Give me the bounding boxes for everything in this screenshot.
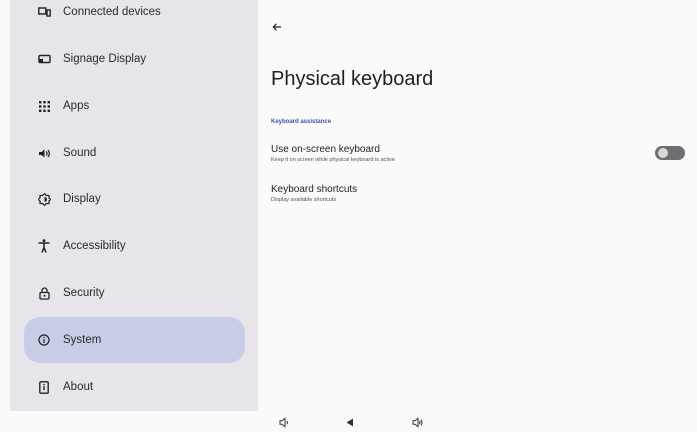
sidebar-item-system[interactable]: System (24, 317, 245, 363)
on-screen-keyboard-toggle[interactable] (655, 146, 685, 160)
speaker-icon (37, 146, 51, 160)
sidebar-edge (0, 0, 10, 411)
sidebar-item-connected-devices[interactable]: Connected devices (24, 0, 245, 35)
sidebar-item-security[interactable]: Security (24, 270, 245, 316)
volume-up-icon[interactable] (411, 415, 425, 429)
sidebar-item-label: Display (63, 193, 101, 205)
signage-display-icon (37, 52, 51, 66)
sidebar-item-accessibility[interactable]: Accessibility (24, 223, 245, 269)
sidebar-item-display[interactable]: Display (24, 176, 245, 222)
keyboard-shortcuts-setting[interactable]: Keyboard shortcuts Display available sho… (271, 184, 689, 203)
sidebar-item-label: Security (63, 287, 105, 299)
volume-down-icon[interactable] (277, 415, 291, 429)
accessibility-icon (37, 239, 51, 253)
setting-summary: Display available shortcuts (271, 197, 337, 203)
apps-grid-icon (37, 99, 51, 113)
lock-icon (37, 286, 51, 300)
brightness-icon (37, 192, 51, 206)
sidebar-item-label: System (63, 334, 102, 346)
setting-title: Use on-screen keyboard (271, 144, 380, 155)
section-header: Keyboard assistance (271, 119, 332, 125)
sidebar-item-label: Connected devices (63, 6, 161, 18)
page-title: Physical keyboard (271, 68, 434, 90)
sidebar-item-label: Apps (63, 100, 90, 112)
sidebar-item-label: Accessibility (63, 240, 126, 252)
main-content: Physical keyboard Keyboard assistance Us… (258, 0, 697, 411)
back-arrow-icon[interactable] (268, 18, 286, 36)
sidebar-item-label: Signage Display (63, 53, 147, 65)
system-navigation-bar (0, 411, 697, 432)
settings-sidebar: Connected devices Signage Display Apps S… (0, 0, 258, 411)
sidebar-item-sound[interactable]: Sound (24, 130, 245, 176)
sidebar-item-about[interactable]: About (24, 364, 245, 410)
setting-summary: Keep it on screen while physical keyboar… (271, 157, 395, 163)
sidebar-item-signage-display[interactable]: Signage Display (24, 36, 245, 82)
sidebar-item-apps[interactable]: Apps (24, 83, 245, 129)
back-triangle-icon[interactable] (343, 415, 357, 429)
setting-title: Keyboard shortcuts (271, 184, 358, 195)
sidebar-item-label: Sound (63, 147, 97, 159)
info-icon (37, 333, 51, 347)
device-info-icon (37, 380, 51, 394)
toggle-knob (658, 148, 668, 158)
connected-devices-icon (37, 5, 51, 19)
sidebar-item-label: About (63, 381, 94, 393)
use-on-screen-keyboard-setting[interactable]: Use on-screen keyboard Keep it on screen… (271, 144, 689, 163)
